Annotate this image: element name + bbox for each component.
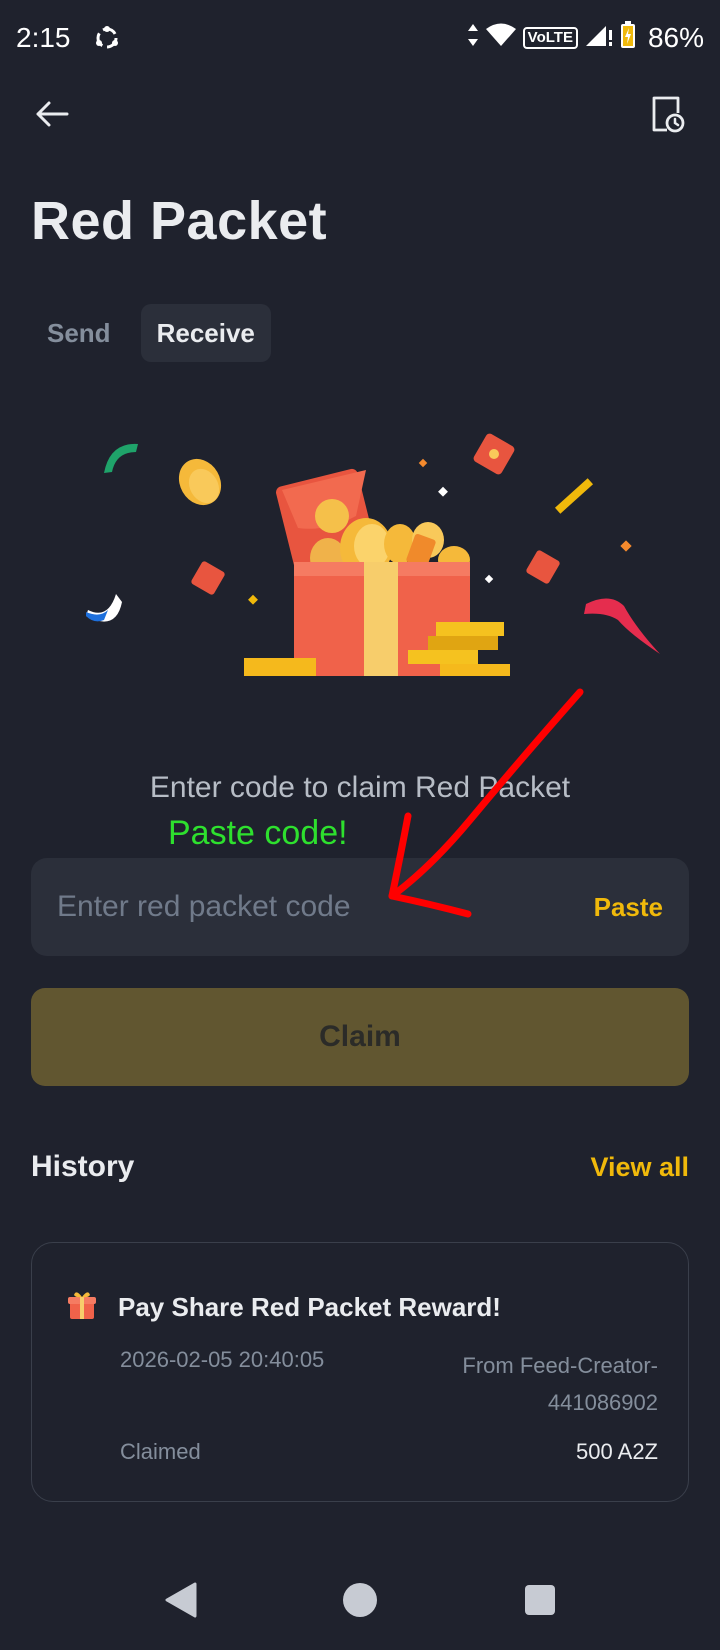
history-item[interactable]: Pay Share Red Packet Reward! 2026-02-05 … [31,1242,689,1502]
back-triangle-icon [165,1582,197,1618]
history-item-status: Claimed [120,1439,201,1464]
sync-icon [93,24,121,52]
tab-send[interactable]: Send [31,304,127,362]
system-home-button[interactable] [330,1570,390,1630]
history-item-header: Pay Share Red Packet Reward! [66,1289,501,1326]
back-button[interactable] [30,92,74,136]
claim-prompt: Enter code to claim Red Packet [149,771,571,804]
system-nav-bar [0,1560,720,1650]
claim-button[interactable]: Claim [31,988,689,1086]
data-arrows-icon [467,22,479,55]
history-item-datetime: 2026-02-05 20:40:05 [120,1347,325,1372]
red-packet-code-input[interactable] [57,890,594,924]
tab-receive[interactable]: Receive [140,304,271,362]
arrow-left-icon [36,101,69,127]
page-title: Red Packet [31,191,328,251]
home-circle-icon [343,1583,377,1617]
history-item-source-line2: 441086902 [547,1390,658,1415]
top-nav [0,84,720,144]
recents-square-icon [525,1585,555,1615]
history-item-source-line1: From Feed-Creator- [462,1353,658,1378]
history-records-button[interactable] [646,92,690,136]
history-header: History View all [31,1150,689,1184]
signal-icon [584,22,614,55]
battery-charging-icon [620,20,636,56]
tab-bar: Send Receive [31,304,271,362]
battery-percent: 86% [647,22,704,53]
view-all-link[interactable]: View all [590,1152,689,1183]
red-packet-illustration [86,433,660,676]
status-time: 2:15 [16,22,71,53]
wifi-icon [485,22,517,55]
history-item-amount: 500 A2Z [576,1439,658,1464]
system-recents-button[interactable] [510,1570,570,1630]
status-icons: VoLTE 86% [467,20,704,56]
paste-button[interactable]: Paste [594,892,663,923]
document-clock-icon [652,96,685,133]
system-back-button[interactable] [151,1570,211,1630]
annotation-label: Paste code! [168,814,348,852]
volte-badge: VoLTE [522,27,578,49]
gift-icon [66,1289,98,1326]
history-item-source: From Feed-Creator- 441086902 [418,1347,658,1421]
status-bar: 2:15 VoLTE 86% [0,0,720,76]
history-title: History [31,1150,135,1183]
history-item-title: Pay Share Red Packet Reward! [118,1292,501,1322]
code-input-box: Paste [31,858,689,956]
